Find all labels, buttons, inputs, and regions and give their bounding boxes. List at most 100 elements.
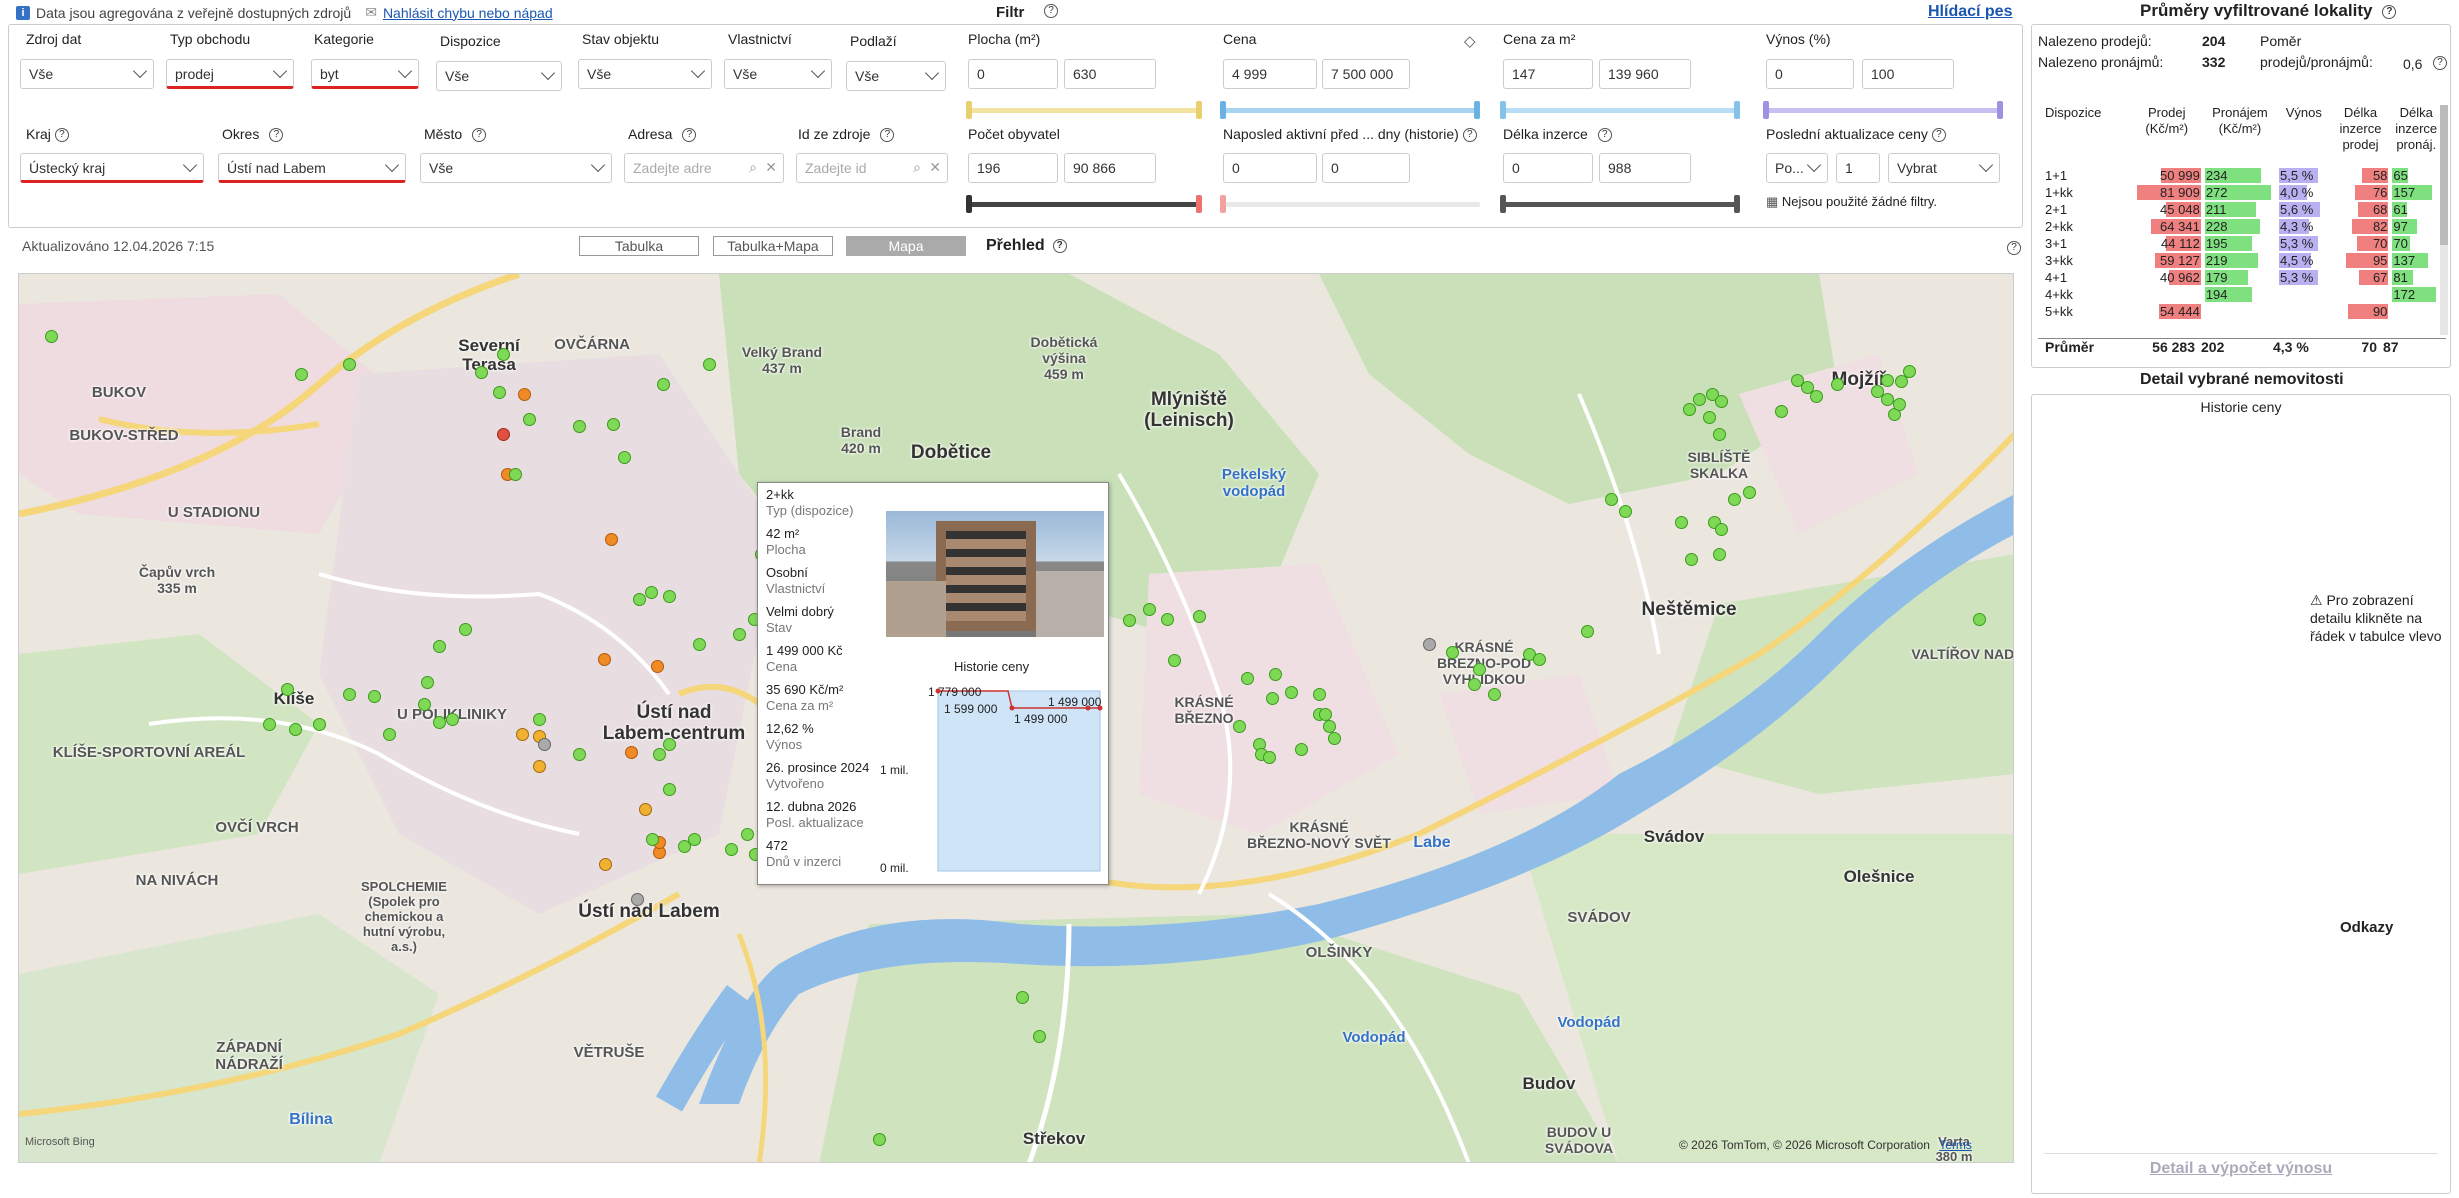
property-marker[interactable] bbox=[573, 748, 586, 761]
property-marker[interactable] bbox=[663, 783, 676, 796]
property-marker[interactable] bbox=[446, 713, 459, 726]
column-header[interactable]: Pronájem (Kč/m²) bbox=[2203, 105, 2277, 167]
table-row[interactable]: 2+1 45 048 211 5,6 % 68 61 bbox=[2042, 201, 2442, 218]
okres-select[interactable]: Ústí nad Labem bbox=[218, 153, 406, 183]
property-marker[interactable] bbox=[523, 413, 536, 426]
report-link[interactable]: Nahlásit chybu nebo nápad bbox=[383, 5, 553, 21]
property-marker[interactable] bbox=[1319, 708, 1332, 721]
help-icon[interactable]: ? bbox=[269, 128, 284, 143]
help-icon[interactable]: ? bbox=[54, 128, 69, 143]
watchdog-link[interactable]: Hlídací pes bbox=[1928, 3, 2012, 21]
property-marker[interactable] bbox=[693, 638, 706, 651]
property-marker[interactable] bbox=[1123, 614, 1136, 627]
property-marker[interactable] bbox=[1973, 613, 1986, 626]
dispozice-select[interactable]: Vše bbox=[436, 61, 562, 91]
table-row[interactable]: 2+kk 64 341 228 4,3 % 82 97 bbox=[2042, 218, 2442, 235]
obyvatel-min[interactable]: 196 bbox=[968, 153, 1058, 183]
table-row[interactable]: 1+1 50 999 234 5,5 % 58 65 bbox=[2042, 167, 2442, 184]
property-marker[interactable] bbox=[1263, 751, 1276, 764]
plocha-slider[interactable] bbox=[966, 101, 1202, 119]
property-marker[interactable] bbox=[1241, 672, 1254, 685]
posledni-unit-select[interactable]: Vybrat bbox=[1888, 153, 2000, 183]
property-marker[interactable] bbox=[1533, 653, 1546, 666]
property-marker[interactable] bbox=[873, 1133, 886, 1146]
kraj-select[interactable]: Ústecký kraj bbox=[20, 153, 204, 183]
column-header[interactable]: Délka inzerce prodej bbox=[2331, 105, 2391, 167]
property-marker[interactable] bbox=[368, 690, 381, 703]
delka-max[interactable]: 988 bbox=[1599, 153, 1691, 183]
help-icon[interactable]: ? bbox=[682, 128, 697, 143]
cenam2-max[interactable]: 139 960 bbox=[1599, 59, 1691, 89]
property-marker[interactable] bbox=[263, 718, 276, 731]
property-marker[interactable] bbox=[421, 676, 434, 689]
idzdroje-input[interactable]: Zadejte id ⌕ ✕ bbox=[796, 153, 948, 183]
typ-select[interactable]: prodej bbox=[166, 59, 294, 89]
property-marker[interactable] bbox=[1715, 395, 1728, 408]
mesto-select[interactable]: Vše bbox=[420, 153, 612, 183]
property-marker[interactable] bbox=[1285, 686, 1298, 699]
property-marker[interactable] bbox=[1713, 428, 1726, 441]
column-header[interactable]: Dispozice bbox=[2042, 105, 2131, 167]
property-marker[interactable] bbox=[1881, 374, 1894, 387]
plocha-max[interactable]: 630 bbox=[1064, 59, 1156, 89]
property-marker[interactable] bbox=[1193, 610, 1206, 623]
stav-select[interactable]: Vše bbox=[578, 59, 712, 89]
property-marker[interactable] bbox=[1619, 505, 1632, 518]
cena-slider[interactable] bbox=[1220, 101, 1480, 119]
property-marker[interactable] bbox=[1328, 732, 1341, 745]
property-marker[interactable] bbox=[493, 386, 506, 399]
property-marker[interactable] bbox=[497, 428, 510, 441]
property-marker[interactable] bbox=[1269, 668, 1282, 681]
property-marker[interactable] bbox=[433, 640, 446, 653]
property-marker[interactable] bbox=[497, 348, 510, 361]
property-marker[interactable] bbox=[733, 628, 746, 641]
table-row[interactable]: 1+kk 81 909 272 4,0 % 76 157 bbox=[2042, 184, 2442, 201]
property-marker[interactable] bbox=[538, 738, 551, 751]
property-marker[interactable] bbox=[1713, 548, 1726, 561]
help-icon[interactable]: ? bbox=[1052, 238, 1067, 253]
adresa-input[interactable]: Zadejte adre ⌕ ✕ bbox=[624, 153, 784, 183]
property-marker[interactable] bbox=[1810, 390, 1823, 403]
property-marker[interactable] bbox=[1683, 403, 1696, 416]
property-marker[interactable] bbox=[633, 593, 646, 606]
search-icon[interactable]: ⌕ bbox=[749, 159, 757, 176]
property-marker[interactable] bbox=[289, 723, 302, 736]
obyvatel-max[interactable]: 90 866 bbox=[1064, 153, 1156, 183]
property-marker[interactable] bbox=[1675, 516, 1688, 529]
property-marker[interactable] bbox=[1703, 411, 1716, 424]
obyvatel-slider[interactable] bbox=[966, 195, 1202, 213]
help-icon[interactable]: ? bbox=[1931, 128, 1946, 143]
property-marker[interactable] bbox=[1488, 688, 1501, 701]
property-marker[interactable] bbox=[703, 358, 716, 371]
cenam2-slider[interactable] bbox=[1500, 101, 1740, 119]
cena-max[interactable]: 7 500 000 bbox=[1322, 59, 1410, 89]
table-row[interactable]: 3+kk 59 127 219 4,5 % 95 137 bbox=[2042, 252, 2442, 269]
property-marker[interactable] bbox=[598, 653, 611, 666]
help-icon[interactable]: ? bbox=[1044, 4, 1058, 18]
column-header[interactable]: Výnos bbox=[2277, 105, 2331, 167]
vlastnictvi-select[interactable]: Vše bbox=[724, 59, 832, 89]
property-marker[interactable] bbox=[573, 420, 586, 433]
property-marker[interactable] bbox=[1743, 486, 1756, 499]
tab-mapa[interactable]: Mapa bbox=[846, 236, 966, 256]
help-icon[interactable]: ? bbox=[2382, 4, 2397, 19]
cenam2-min[interactable]: 147 bbox=[1503, 59, 1593, 89]
property-marker[interactable] bbox=[651, 660, 664, 673]
delka-min[interactable]: 0 bbox=[1503, 153, 1593, 183]
help-icon[interactable]: ? bbox=[1597, 128, 1612, 143]
property-marker[interactable] bbox=[645, 586, 658, 599]
property-marker[interactable] bbox=[646, 833, 659, 846]
cena-min[interactable]: 4 999 bbox=[1223, 59, 1317, 89]
vynos-max[interactable]: 100 bbox=[1862, 59, 1954, 89]
plocha-min[interactable]: 0 bbox=[968, 59, 1058, 89]
property-marker[interactable] bbox=[1468, 678, 1481, 691]
scrollbar[interactable] bbox=[2440, 105, 2448, 335]
vynos-min[interactable]: 0 bbox=[1766, 59, 1854, 89]
property-popup[interactable]: 2+kk Typ (dispozice) 42 m² Plocha Osobní Vlas… bbox=[757, 482, 1109, 885]
column-header[interactable]: Délka inzerce pronáj. bbox=[2390, 105, 2442, 167]
property-marker[interactable] bbox=[313, 718, 326, 731]
property-marker[interactable] bbox=[1775, 405, 1788, 418]
property-marker[interactable] bbox=[518, 388, 531, 401]
property-marker[interactable] bbox=[516, 728, 529, 741]
property-marker[interactable] bbox=[1446, 646, 1459, 659]
